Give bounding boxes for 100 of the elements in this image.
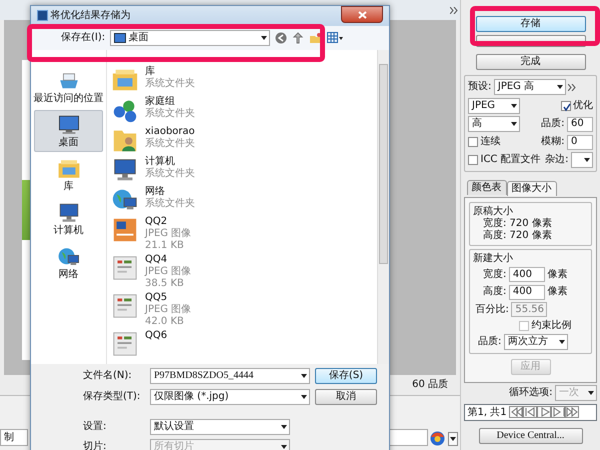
- text-field[interactable]: [388, 429, 428, 446]
- up-folder-icon[interactable]: [292, 32, 304, 44]
- field-label: 高度:: [483, 286, 506, 298]
- file-item[interactable]: QQ4 JPEG 图像 38.5 KB: [107, 252, 377, 291]
- last-frame-icon: [564, 407, 580, 417]
- expand-icon: [450, 6, 458, 14]
- frame-button[interactable]: [523, 406, 538, 418]
- image-thumbnail-icon: [111, 254, 139, 282]
- preset-dropdown[interactable]: JPEG 高: [494, 79, 566, 95]
- dropdown-button[interactable]: [448, 432, 458, 446]
- caret-icon: [301, 374, 307, 378]
- unit-label: 像素: [547, 268, 568, 280]
- field-label: 设置:: [83, 421, 108, 433]
- file-type: 系统文件夹: [145, 168, 195, 180]
- file-item[interactable]: QQ2 JPEG 图像 21.1 KB: [107, 214, 377, 253]
- place-label: 桌面: [58, 136, 78, 149]
- filename-field[interactable]: P97BMD8SZDO5_4444: [150, 368, 310, 384]
- group-title: 原稿大小: [473, 206, 514, 218]
- file-type: JPEG 图像: [145, 228, 192, 240]
- place-item[interactable]: 桌面: [34, 110, 103, 152]
- location-dropdown[interactable]: 桌面: [110, 30, 270, 46]
- checkbox-label: 约束比例: [532, 320, 572, 332]
- scrollbar[interactable]: [377, 50, 389, 364]
- checkbox[interactable]: [468, 155, 478, 165]
- close-button[interactable]: [341, 6, 383, 23]
- file-type: 系统文件夹: [145, 198, 195, 210]
- caret-icon: [450, 436, 456, 440]
- file-item[interactable]: QQ5 JPEG 图像 42.0 KB: [107, 290, 377, 329]
- place-item[interactable]: 网络: [34, 242, 103, 284]
- matte-dropdown[interactable]: [571, 152, 593, 168]
- settings-dropdown[interactable]: 默认设置: [150, 419, 290, 435]
- file-name: 计算机: [145, 156, 176, 168]
- caret-icon: [261, 36, 268, 40]
- loop-label: 循环选项:: [509, 387, 552, 399]
- place-label: 计算机: [54, 224, 84, 237]
- frame-button[interactable]: [509, 406, 524, 418]
- file-item[interactable]: 库 系统文件夹: [107, 64, 377, 95]
- place-item[interactable]: 最近访问的位置: [34, 66, 103, 108]
- group-title: 新建大小: [473, 252, 514, 264]
- file-name: 库: [145, 66, 156, 78]
- checkbox[interactable]: [560, 100, 570, 110]
- checkbox[interactable]: [519, 320, 529, 330]
- image-thumbnail-icon: [111, 330, 139, 358]
- place-label: 网络: [58, 268, 78, 281]
- frame-button[interactable]: [565, 406, 580, 418]
- menu-icon[interactable]: [568, 84, 576, 90]
- check-icon: [562, 102, 572, 112]
- file-item[interactable]: 网络 系统文件夹: [107, 184, 377, 215]
- file-name: QQ4: [145, 254, 168, 266]
- place-item[interactable]: 库: [34, 154, 103, 196]
- checkbox-label: 优化: [573, 100, 593, 112]
- file-name: QQ2: [145, 216, 168, 228]
- browser-icon[interactable]: [430, 431, 445, 446]
- field-label: 保存类型(T):: [83, 391, 142, 403]
- size-field[interactable]: 400: [508, 284, 545, 300]
- image-thumbnail-icon: [111, 292, 139, 320]
- quality-dropdown[interactable]: 高: [468, 116, 520, 132]
- blur-field[interactable]: 0: [567, 134, 593, 150]
- quality-field[interactable]: 60: [567, 116, 593, 132]
- file-item[interactable]: QQ6: [107, 328, 377, 359]
- checkbox[interactable]: [468, 137, 478, 147]
- view-menu-icon[interactable]: [327, 32, 344, 44]
- file-name: QQ5: [145, 292, 168, 304]
- file-item[interactable]: 计算机 系统文件夹: [107, 154, 377, 185]
- file-type: 系统文件夹: [145, 108, 195, 120]
- field-label: 切片:: [83, 440, 108, 450]
- file-item[interactable]: 家庭组 系统文件夹: [107, 94, 377, 125]
- format-dropdown[interactable]: JPEG: [468, 98, 520, 114]
- size-text: 宽度: 720 像素: [482, 218, 553, 230]
- file-name: 家庭组: [145, 96, 176, 108]
- new-folder-icon[interactable]: [309, 32, 322, 44]
- caret-icon: [281, 425, 287, 429]
- place-label: 最近访问的位置: [34, 92, 104, 105]
- field-label: 百分比:: [476, 304, 509, 316]
- tab[interactable]: 颜色表: [466, 180, 506, 194]
- frame-button[interactable]: [537, 406, 552, 418]
- next-frame-icon: [550, 407, 566, 417]
- device-central-button[interactable]: Device Central...: [478, 428, 582, 444]
- quality-status: 60 品质: [412, 379, 448, 391]
- desktop-icon: [114, 32, 126, 43]
- file-size: 38.5 KB: [145, 278, 185, 290]
- text-field[interactable]: 制: [0, 429, 28, 446]
- size-field[interactable]: 400: [508, 267, 545, 282]
- save-button[interactable]: 保存(S): [315, 368, 377, 384]
- back-icon[interactable]: [275, 32, 288, 44]
- cancel-button[interactable]: 取消: [315, 389, 377, 405]
- file-size: 21.1 KB: [145, 240, 185, 252]
- resample-dropdown[interactable]: 两次立方: [504, 334, 568, 350]
- file-item[interactable]: xiaoborao 系统文件夹: [107, 124, 377, 155]
- frame-button[interactable]: [551, 406, 566, 418]
- scrollbar-thumb[interactable]: [379, 64, 388, 264]
- tab[interactable]: 图像大小: [506, 180, 556, 196]
- done-button[interactable]: 完成: [476, 54, 586, 70]
- dialog-title: 将优化结果存储为: [50, 10, 130, 22]
- file-type-dropdown[interactable]: 仅限图像 (*.jpg): [150, 389, 310, 405]
- save-button[interactable]: 存储: [476, 16, 586, 32]
- file-size: 42.0 KB: [145, 316, 185, 328]
- file-name: QQ6: [145, 330, 168, 342]
- place-item[interactable]: 计算机: [34, 198, 103, 240]
- caret-icon: [584, 158, 590, 162]
